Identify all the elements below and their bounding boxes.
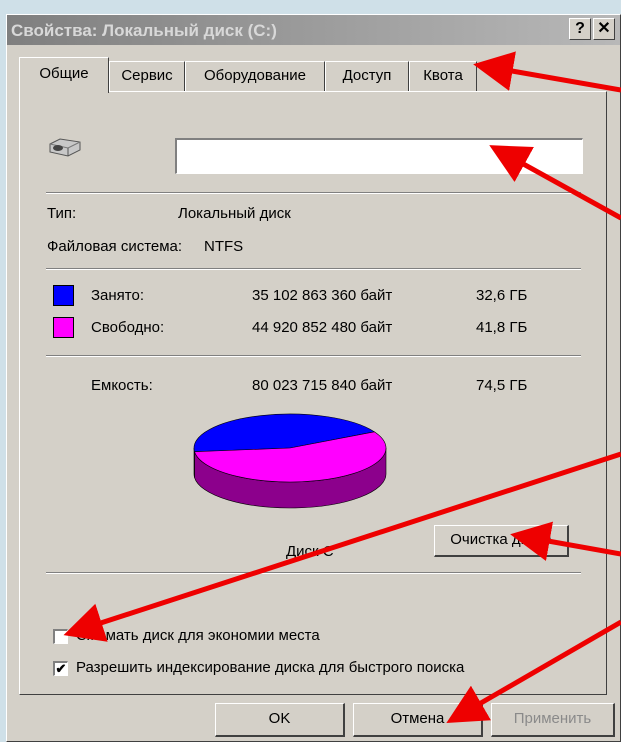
used-size: 32,6 ГБ xyxy=(476,287,528,304)
used-color-swatch xyxy=(53,285,74,306)
capacity-bytes: 80 023 715 840 байт xyxy=(252,377,393,394)
free-bytes: 44 920 852 480 байт xyxy=(252,319,393,336)
index-checkbox[interactable]: ✔ xyxy=(53,661,68,676)
type-value: Локальный диск xyxy=(178,205,291,222)
apply-button[interactable]: Применить xyxy=(491,703,615,737)
used-label: Занято: xyxy=(91,287,145,304)
capacity-size: 74,5 ГБ xyxy=(476,377,528,394)
compress-label[interactable]: Сжимать диск для экономии места xyxy=(76,627,320,644)
filesystem-value: NTFS xyxy=(204,238,244,255)
disk-name-label: Диск C xyxy=(286,543,334,560)
free-color-swatch xyxy=(53,317,74,338)
type-label: Тип: xyxy=(47,205,77,222)
help-button[interactable]: ? xyxy=(569,18,591,40)
cancel-button[interactable]: Отмена xyxy=(353,703,483,737)
used-bytes: 35 102 863 360 байт xyxy=(252,287,393,304)
separator xyxy=(46,572,581,574)
volume-label-input[interactable] xyxy=(175,138,583,174)
tab-general[interactable]: Общие xyxy=(19,57,109,93)
disk-cleanup-button[interactable]: Очистка диска xyxy=(434,525,569,557)
tab-sharing[interactable]: Доступ xyxy=(325,61,409,91)
ok-button[interactable]: OK xyxy=(215,703,345,737)
window-title: Свойства: Локальный диск (C:) xyxy=(11,21,277,40)
free-label: Свободно: xyxy=(91,319,165,336)
tab-service[interactable]: Сервис xyxy=(109,61,185,91)
compress-checkbox[interactable] xyxy=(53,629,68,644)
title-bar[interactable]: Свойства: Локальный диск (C:) ? ✕ xyxy=(7,15,620,45)
close-button[interactable]: ✕ xyxy=(593,18,615,40)
separator xyxy=(46,355,581,357)
separator xyxy=(46,192,581,194)
disk-usage-pie-chart xyxy=(193,413,387,509)
filesystem-label: Файловая система: xyxy=(47,238,183,255)
separator xyxy=(46,268,581,270)
free-size: 41,8 ГБ xyxy=(476,319,528,336)
index-label[interactable]: Разрешить индексирование диска для быстр… xyxy=(76,659,464,676)
general-panel: Тип: Локальный диск Файловая система: NT… xyxy=(19,91,607,695)
hard-drive-icon xyxy=(49,138,81,157)
tab-quota[interactable]: Квота xyxy=(409,61,477,91)
capacity-label: Емкость: xyxy=(91,377,153,394)
properties-dialog: Свойства: Локальный диск (C:) ? ✕ Общие … xyxy=(6,14,621,742)
tab-hardware[interactable]: Оборудование xyxy=(185,61,325,91)
